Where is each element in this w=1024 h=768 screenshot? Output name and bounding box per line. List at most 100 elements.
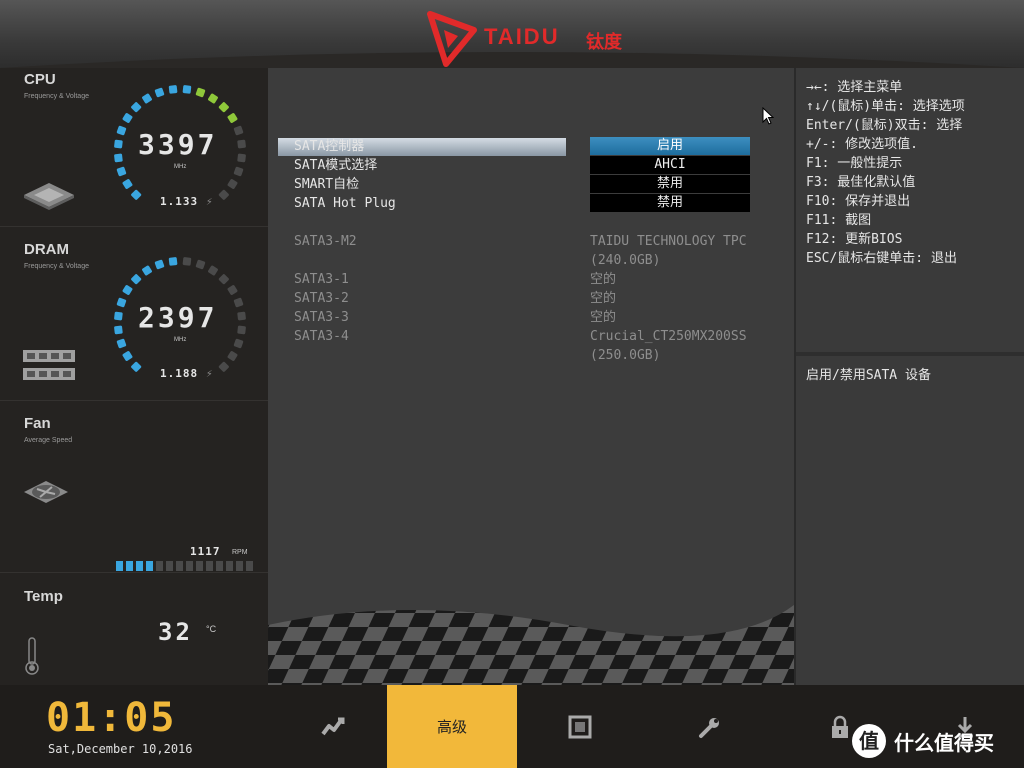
port-label-sata3-1: SATA3-1 bbox=[294, 272, 349, 287]
fan-bar-segment bbox=[136, 561, 143, 571]
dram-title: DRAM bbox=[24, 241, 69, 258]
cpu-frequency-unit: MHz bbox=[174, 164, 187, 170]
key-help-item: ESC/鼠标右键单击: 退出 bbox=[806, 251, 957, 266]
temp-value: 32 bbox=[158, 618, 193, 646]
tab-overclock[interactable] bbox=[268, 685, 398, 768]
setting-label-sata-mode[interactable]: SATA模式选择 bbox=[294, 157, 377, 174]
chart-icon bbox=[321, 717, 345, 735]
key-help-item: F11: 截图 bbox=[806, 213, 872, 228]
settings-main-panel: SATA控制器 SATA模式选择 SMART自检 SATA Hot Plug 启… bbox=[268, 68, 794, 685]
gauge-tick bbox=[131, 102, 142, 113]
key-help-list: →←: 选择主菜单 ↑↓/(鼠标)单击: 选择选项 Enter/(鼠标)双击: … bbox=[806, 78, 965, 268]
gauge-tick bbox=[237, 139, 246, 149]
fan-bar-segment bbox=[246, 561, 253, 571]
fan-bar-segment bbox=[126, 561, 133, 571]
fan-bar-segment bbox=[196, 561, 203, 571]
cpu-title: CPU bbox=[24, 71, 56, 88]
gauge-tick bbox=[154, 259, 165, 270]
gauge-tick bbox=[182, 257, 192, 266]
setting-label-smart-selftest[interactable]: SMART自检 bbox=[294, 176, 359, 193]
gauge-tick bbox=[114, 139, 123, 149]
tab-tools[interactable] bbox=[645, 685, 775, 768]
fan-title: Fan bbox=[24, 415, 51, 432]
temp-unit: °C bbox=[206, 624, 217, 634]
gauge-tick bbox=[233, 338, 244, 349]
cpu-subtitle: Frequency & Voltage bbox=[24, 93, 89, 100]
key-help-item: →←: 选择主菜单 bbox=[806, 80, 903, 95]
gauge-tick bbox=[116, 338, 127, 349]
port-device-sata3-3: 空的 bbox=[590, 310, 617, 325]
gauge-tick bbox=[116, 125, 127, 136]
wrench-icon bbox=[699, 717, 719, 738]
port-size-sata3-m2: (240.0GB) bbox=[590, 253, 661, 268]
setting-label-sata-hotplug[interactable]: SATA Hot Plug bbox=[294, 195, 396, 212]
chip-icon bbox=[568, 715, 592, 738]
setting-value-sata-hotplug[interactable]: 禁用 bbox=[590, 194, 750, 212]
key-help-item: Enter/(鼠标)双击: 选择 bbox=[806, 118, 963, 133]
gauge-tick bbox=[218, 361, 229, 372]
fan-speed-unit: RPM bbox=[232, 549, 248, 556]
gauge-tick bbox=[116, 297, 127, 308]
memory-module-icon bbox=[23, 350, 75, 380]
port-device-sata3-2: 空的 bbox=[590, 291, 617, 306]
gauge-tick bbox=[131, 274, 142, 285]
gauge-tick bbox=[182, 85, 192, 94]
tab-advanced-label: 高级 bbox=[436, 718, 467, 736]
thermometer-icon bbox=[25, 637, 39, 675]
gauge-tick bbox=[237, 311, 246, 321]
brand-name: TAIDU bbox=[484, 24, 560, 49]
fan-subtitle: Average Speed bbox=[24, 437, 73, 444]
setting-label-sata-controller[interactable]: SATA控制器 bbox=[294, 138, 364, 155]
fan-bar-segment bbox=[156, 561, 163, 571]
fan-bar-segment bbox=[226, 561, 233, 571]
lock-icon bbox=[832, 715, 848, 738]
port-device-sata3-4: Crucial_CT250MX200SS bbox=[590, 329, 747, 344]
port-label-sata3-2: SATA3-2 bbox=[294, 291, 349, 306]
gauge-tick bbox=[208, 93, 218, 104]
setting-value-smart-selftest[interactable]: 禁用 bbox=[590, 175, 750, 193]
gauge-tick bbox=[227, 351, 238, 361]
setting-value-sata-mode[interactable]: AHCI bbox=[590, 156, 750, 174]
key-help-item: +/-: 修改选项值. bbox=[806, 137, 918, 152]
gauge-tick bbox=[114, 311, 123, 321]
gauge-tick bbox=[208, 265, 218, 276]
gauge-tick bbox=[122, 179, 133, 189]
port-size-sata3-4: (250.0GB) bbox=[590, 348, 661, 363]
tab-advanced[interactable]: 高级 bbox=[387, 685, 517, 768]
fan-bar-segment bbox=[116, 561, 123, 571]
help-divider bbox=[796, 352, 1024, 356]
gauge-tick bbox=[168, 257, 178, 266]
dram-frequency: 2397 bbox=[138, 301, 218, 334]
gauge-tick bbox=[142, 93, 152, 104]
cpu-chip-icon bbox=[24, 183, 74, 210]
brand-name-cn: 钛度 bbox=[586, 32, 622, 53]
gauge-tick bbox=[237, 153, 246, 163]
dram-frequency-unit: MHz bbox=[174, 337, 187, 343]
gauge-tick bbox=[218, 274, 229, 285]
gauge-tick bbox=[227, 113, 238, 123]
fan-bar-segment bbox=[186, 561, 193, 571]
fan-speed: 1117 bbox=[190, 545, 221, 558]
gauge-tick bbox=[227, 285, 238, 295]
gauge-tick bbox=[122, 351, 133, 361]
fan-bar-segment bbox=[216, 561, 223, 571]
dram-voltage: 1.188 bbox=[160, 367, 199, 380]
watermark-text: 什么值得买 bbox=[894, 731, 994, 755]
brand-logo-icon bbox=[427, 11, 477, 67]
dram-subtitle: Frequency & Voltage bbox=[24, 263, 89, 270]
port-device-sata3-1: 空的 bbox=[590, 272, 617, 287]
lightning-icon: ⚡ bbox=[206, 195, 214, 208]
fan-icon bbox=[24, 481, 68, 503]
brand-logo: TAIDU 钛度 bbox=[426, 10, 626, 70]
help-panel: →←: 选择主菜单 ↑↓/(鼠标)单击: 选择选项 Enter/(鼠标)双击: … bbox=[794, 68, 1024, 685]
fan-bar-segment bbox=[166, 561, 173, 571]
gauge-tick bbox=[131, 189, 142, 200]
dram-monitor: DRAM Frequency & Voltage 2397 MHz 1.188 … bbox=[0, 226, 268, 401]
temp-monitor: Temp 32 °C bbox=[0, 572, 268, 685]
port-label-sata3-4: SATA3-4 bbox=[294, 329, 349, 344]
port-label-sata3-m2: SATA3-M2 bbox=[294, 234, 357, 249]
temp-title: Temp bbox=[24, 588, 63, 605]
hardware-monitor-panel: CPU Frequency & Voltage 3397 MHz 1.133 ⚡… bbox=[0, 68, 268, 685]
tab-chipset[interactable] bbox=[515, 685, 645, 768]
setting-value-sata-controller[interactable]: 启用 bbox=[590, 137, 750, 155]
